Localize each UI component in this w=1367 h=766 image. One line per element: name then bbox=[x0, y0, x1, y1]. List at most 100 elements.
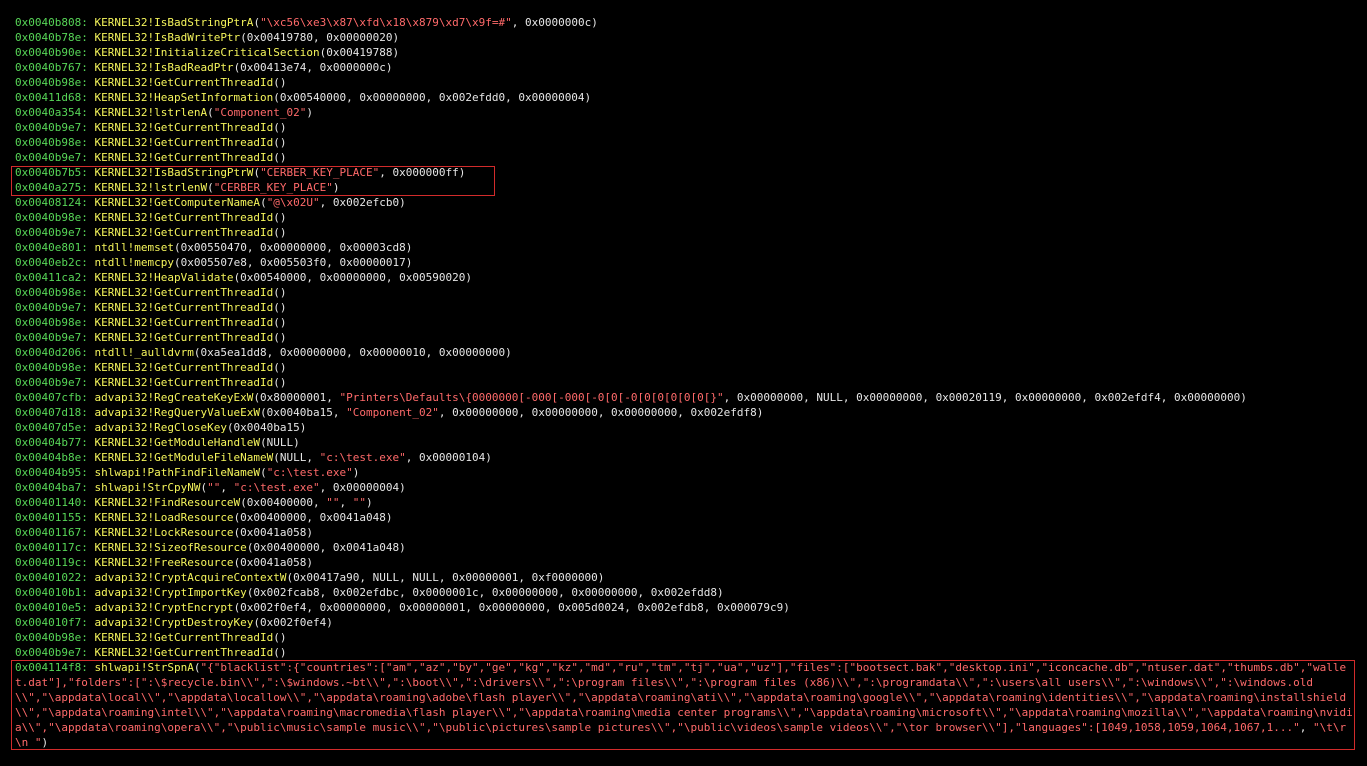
trace-function: shlwapi!StrSpnA bbox=[94, 661, 194, 674]
trace-function: advapi32!RegCreateKeyExW bbox=[94, 391, 254, 404]
trace-args: (0x0041a058) bbox=[233, 556, 314, 569]
trace-function: advapi32!CryptDestroyKey bbox=[94, 616, 254, 629]
trace-function: advapi32!RegQueryValueExW bbox=[94, 406, 261, 419]
trace-function: KERNEL32!GetCurrentThreadId bbox=[94, 211, 274, 224]
trace-args: () bbox=[273, 331, 287, 344]
trace-args: () bbox=[273, 211, 287, 224]
trace-args: (0x00400000, bbox=[240, 496, 327, 509]
trace-line: 0x0040b9e7: KERNEL32!GetCurrentThreadId(… bbox=[15, 645, 1355, 660]
trace-line: 0x0040a275: KERNEL32!lstrlenW("CERBER_KE… bbox=[15, 180, 1355, 195]
trace-args: () bbox=[273, 376, 287, 389]
trace-function: KERNEL32!GetCurrentThreadId bbox=[94, 226, 274, 239]
trace-address: 0x0040119c: bbox=[15, 556, 88, 569]
trace-address: 0x0040e801: bbox=[15, 241, 88, 254]
trace-args: ) bbox=[366, 496, 373, 509]
trace-address: 0x0040b98e: bbox=[15, 211, 88, 224]
trace-address: 0x0040d206: bbox=[15, 346, 88, 359]
trace-string-arg: "CERBER_KEY_PLACE" bbox=[213, 181, 333, 194]
trace-line: 0x00407d18: advapi32!RegQueryValueExW(0x… bbox=[15, 405, 1355, 420]
trace-line: 0x0040b98e: KERNEL32!GetCurrentThreadId(… bbox=[15, 285, 1355, 300]
trace-address: 0x0040b78e: bbox=[15, 31, 88, 44]
trace-address: 0x0040b9e7: bbox=[15, 226, 88, 239]
trace-args: (NULL, bbox=[273, 451, 320, 464]
trace-args: () bbox=[273, 121, 287, 134]
trace-args: (0x0041a058) bbox=[233, 526, 314, 539]
trace-args: (0x00400000, 0x0041a048) bbox=[246, 541, 406, 554]
trace-string-arg: "CERBER_KEY_PLACE" bbox=[260, 166, 380, 179]
trace-line: 0x0040b808: KERNEL32!IsBadStringPtrA("\x… bbox=[15, 15, 1355, 30]
trace-address: 0x00404b95: bbox=[15, 466, 88, 479]
trace-line: 0x0040b98e: KERNEL32!GetCurrentThreadId(… bbox=[15, 75, 1355, 90]
trace-args: (0xa5ea1dd8, 0x00000000, 0x00000010, 0x0… bbox=[193, 346, 512, 359]
trace-address: 0x0040b9e7: bbox=[15, 376, 88, 389]
trace-address: 0x0040b9e7: bbox=[15, 151, 88, 164]
trace-line: 0x00404ba7: shlwapi!StrCpyNW("", "c:\tes… bbox=[15, 480, 1355, 495]
trace-line: 0x004010b1: advapi32!CryptImportKey(0x00… bbox=[15, 585, 1355, 600]
trace-address: 0x00408124: bbox=[15, 196, 88, 209]
trace-function: KERNEL32!LoadResource bbox=[94, 511, 234, 524]
trace-args: () bbox=[273, 631, 287, 644]
trace-function: advapi32!RegCloseKey bbox=[94, 421, 227, 434]
trace-string-arg: "Printers\Defaults\{0000000[-000[-000[-0… bbox=[339, 391, 724, 404]
trace-line: 0x00404b77: KERNEL32!GetModuleHandleW(NU… bbox=[15, 435, 1355, 450]
trace-args: (0x00419788) bbox=[319, 46, 400, 59]
trace-string-arg: "" bbox=[207, 481, 221, 494]
trace-line: 0x0040117c: KERNEL32!SizeofResource(0x00… bbox=[15, 540, 1355, 555]
trace-args: (0x00550470, 0x00000000, 0x00003cd8) bbox=[173, 241, 413, 254]
trace-line: 0x00401140: KERNEL32!FindResourceW(0x004… bbox=[15, 495, 1355, 510]
trace-args: () bbox=[273, 361, 287, 374]
trace-address: 0x0040b98e: bbox=[15, 286, 88, 299]
trace-args: ( bbox=[207, 181, 214, 194]
trace-args: () bbox=[273, 286, 287, 299]
trace-address: 0x0040b98e: bbox=[15, 631, 88, 644]
trace-address: 0x00407d18: bbox=[15, 406, 88, 419]
trace-line: 0x004010f7: advapi32!CryptDestroyKey(0x0… bbox=[15, 615, 1355, 630]
trace-args: (0x002f0ef4, 0x00000000, 0x00000001, 0x0… bbox=[233, 601, 790, 614]
trace-args: (0x00413e74, 0x0000000c) bbox=[233, 61, 393, 74]
trace-line: 0x0040b9e7: KERNEL32!GetCurrentThreadId(… bbox=[15, 150, 1355, 165]
trace-line: 0x00401022: advapi32!CryptAcquireContext… bbox=[15, 570, 1355, 585]
trace-function: KERNEL32!lstrlenW bbox=[94, 181, 208, 194]
trace-address: 0x00407d5e: bbox=[15, 421, 88, 434]
trace-address: 0x0040b9e7: bbox=[15, 121, 88, 134]
trace-function: KERNEL32!GetCurrentThreadId bbox=[94, 121, 274, 134]
trace-address: 0x00401167: bbox=[15, 526, 88, 539]
trace-function: KERNEL32!GetCurrentThreadId bbox=[94, 316, 274, 329]
trace-line: 0x0040b9e7: KERNEL32!GetCurrentThreadId(… bbox=[15, 120, 1355, 135]
trace-line: 0x0040b98e: KERNEL32!GetCurrentThreadId(… bbox=[15, 135, 1355, 150]
trace-function: KERNEL32!GetCurrentThreadId bbox=[94, 286, 274, 299]
trace-function: advapi32!CryptAcquireContextW bbox=[94, 571, 287, 584]
trace-address: 0x004010e5: bbox=[15, 601, 88, 614]
trace-args: ) bbox=[306, 106, 314, 119]
trace-function: shlwapi!PathFindFileNameW bbox=[94, 466, 261, 479]
trace-args: ) bbox=[41, 736, 49, 749]
trace-line: 0x0040b9e7: KERNEL32!GetCurrentThreadId(… bbox=[15, 300, 1355, 315]
trace-address: 0x0040b98e: bbox=[15, 316, 88, 329]
trace-function: KERNEL32!GetCurrentThreadId bbox=[94, 631, 274, 644]
trace-line: 0x0040b78e: KERNEL32!IsBadWritePtr(0x004… bbox=[15, 30, 1355, 45]
trace-function: KERNEL32!LockResource bbox=[94, 526, 234, 539]
trace-line: 0x0040b98e: KERNEL32!GetCurrentThreadId(… bbox=[15, 630, 1355, 645]
trace-args: , 0x00000004) bbox=[319, 481, 406, 494]
trace-line: 0x00411d68: KERNEL32!HeapSetInformation(… bbox=[15, 90, 1355, 105]
trace-function: KERNEL32!IsBadStringPtrA bbox=[94, 16, 254, 29]
trace-address: 0x0040a275: bbox=[15, 181, 88, 194]
trace-line-strspn: 0x004114f8: shlwapi!StrSpnA("{"blacklist… bbox=[15, 660, 1355, 750]
trace-address: 0x00411d68: bbox=[15, 91, 88, 104]
trace-function: KERNEL32!InitializeCriticalSection bbox=[94, 46, 320, 59]
trace-function: KERNEL32!GetCurrentThreadId bbox=[94, 136, 274, 149]
trace-args: , 0x00000000, 0x00000000, 0x00000000, 0x… bbox=[438, 406, 764, 419]
trace-args: , bbox=[220, 481, 234, 494]
trace-address: 0x0040b9e7: bbox=[15, 331, 88, 344]
trace-line: 0x0040b98e: KERNEL32!GetCurrentThreadId(… bbox=[15, 210, 1355, 225]
trace-args: ( bbox=[260, 466, 267, 479]
trace-args: (0x002f0ef4) bbox=[253, 616, 333, 629]
trace-line: 0x0040b98e: KERNEL32!GetCurrentThreadId(… bbox=[15, 315, 1355, 330]
trace-address: 0x0040b90e: bbox=[15, 46, 88, 59]
trace-line: 0x00401167: KERNEL32!LockResource(0x0041… bbox=[15, 525, 1355, 540]
trace-function: KERNEL32!IsBadStringPtrW bbox=[94, 166, 254, 179]
trace-args: , bbox=[1299, 721, 1314, 734]
trace-args: , 0x0000000c) bbox=[511, 16, 598, 29]
trace-string-arg: "\xc56\xe3\x87\xfd\x18\x879\xd7\x9f=#" bbox=[260, 16, 512, 29]
trace-function: KERNEL32!GetCurrentThreadId bbox=[94, 301, 274, 314]
